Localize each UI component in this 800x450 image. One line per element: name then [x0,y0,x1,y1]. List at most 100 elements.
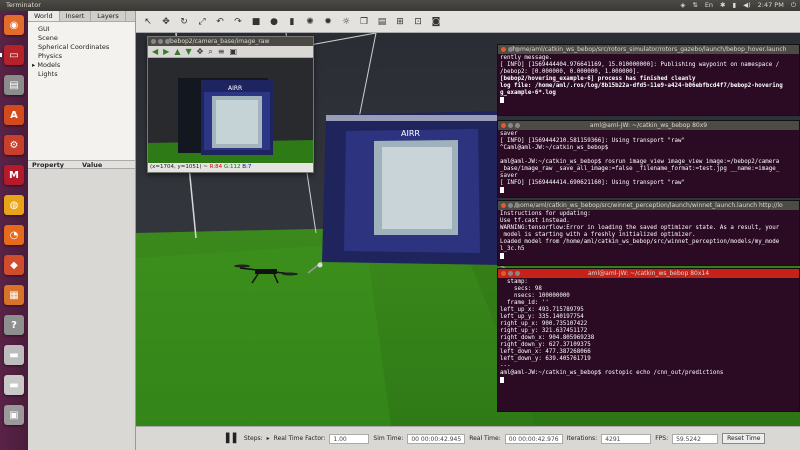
scale-icon[interactable]: ⤢ [196,16,208,28]
terminal-titlebar[interactable]: aml@aml-JW: ~/catkin_ws_bebop 80x14 [498,269,799,278]
real-time-label: Real Time: [469,435,501,442]
terminal-line: /bebop2: [0.000000, 0.000000, 1.000000]. [500,69,640,75]
battery-icon[interactable]: ▮ [733,0,737,11]
terminal-title: aml@aml-JW: ~/catkin_ws_bebop 80x14 [587,270,710,277]
drive2-icon[interactable]: ▬ [4,375,24,395]
mendeley-icon[interactable]: M [4,165,24,185]
minimize-icon[interactable] [508,271,513,276]
terminal-hover-launch[interactable]: /home/aml/catkin_ws_bebop/src/rotors_sim… [497,44,800,116]
files-icon[interactable]: ▤ [4,75,24,95]
terminal-output[interactable]: rently message.[ INFO] [1569444404.97664… [498,54,799,105]
cylinder-icon[interactable]: ▮ [286,16,298,28]
adjust-icon[interactable]: ≡ [218,47,225,56]
maximize-icon[interactable] [515,203,520,208]
terminal-line: g_example-6*.log [500,90,556,96]
camera-image[interactable]: AIRR [148,58,313,165]
terminal-line: left_up_y: 335.140197754 [500,314,584,320]
tab-world[interactable]: World [28,11,60,21]
maximize-icon[interactable] [515,123,520,128]
maximize-icon[interactable] [515,47,520,52]
software-center-icon[interactable]: ◆ [4,255,24,275]
terminal-rostopic-echo[interactable]: aml@aml-JW: ~/catkin_ws_bebop 80x14 stam… [497,268,800,412]
undo-icon[interactable]: ↶ [214,16,226,28]
launcher: ◉ ▭ ▤ A ⚙ M ◍ ◔ ◆ ▦? ▬ ▬ ▣ [0,11,28,450]
image-view-window[interactable]: /bebop2/camera_base/image_raw ◀ ▶ ▲ ▼ ✥ … [147,36,314,173]
terminal-titlebar[interactable]: aml@aml-JW: ~/catkin_ws_bebop 80x9 [498,121,799,130]
down-arrow-icon[interactable]: ▼ [185,47,191,56]
world-tree: GUI Scene Spherical Coordinates Physics … [28,22,135,160]
tree-item-lights[interactable]: Lights [32,70,131,79]
terminal-output[interactable]: Instructions for updating: Use tf.cast in… [498,210,799,261]
minimize-icon[interactable] [508,123,513,128]
select-icon[interactable]: ↖ [142,16,154,28]
help-icon[interactable]: ? [4,315,24,335]
keyboard-icon[interactable]: En [705,0,713,11]
reset-time-button[interactable]: Reset Time [722,433,766,444]
rotate-icon[interactable]: ↻ [178,16,190,28]
terminal-output[interactable]: saver[ INFO] [1569444210.581159366]: Usi… [498,130,799,195]
fps-value: 59.5242 [672,433,719,444]
close-icon[interactable] [151,39,156,44]
paste-icon[interactable]: ▤ [376,16,388,28]
terminal-image-view[interactable]: aml@aml-JW: ~/catkin_ws_bebop 80x9 saver[… [497,120,800,198]
network-icon[interactable]: ⇅ [692,0,697,11]
terminal-icon[interactable]: ▭ [0,45,24,65]
save-icon[interactable]: ▣ [230,47,238,56]
box-icon[interactable]: ■ [250,16,262,28]
dropbox-icon[interactable]: ◈ [680,0,685,11]
sphere-icon[interactable]: ● [268,16,280,28]
minimize-icon[interactable] [508,203,513,208]
terminal-winnet-launch[interactable]: /home/aml/catkin_ws_bebop/src/winnet_per… [497,200,800,266]
tree-item-spherical[interactable]: Spherical Coordinates [32,43,131,52]
terminal-output[interactable]: stamp: secs: 98 nsecs: 100000000 frame_i… [498,278,799,385]
close-icon[interactable] [501,271,506,276]
terminal-titlebar[interactable]: /home/aml/catkin_ws_bebop/src/rotors_sim… [498,45,799,54]
tree-item-models[interactable]: ▸ Models [32,61,131,70]
clock[interactable]: 2:47 PM [758,0,784,11]
tab-insert[interactable]: Insert [60,11,92,21]
snap-icon[interactable]: ⊡ [412,16,424,28]
package-icon[interactable]: ▦ [4,285,24,305]
spotlight-icon[interactable]: ✹ [322,16,334,28]
bluetooth-icon[interactable]: ✱ [720,0,725,11]
volume-icon[interactable]: ◀) [743,0,751,11]
minimize-icon[interactable] [158,39,163,44]
tree-item-scene[interactable]: Scene [32,34,131,43]
drive-icon[interactable]: ▬ [4,345,24,365]
dash-icon[interactable]: ◉ [4,15,24,35]
minimize-icon[interactable] [508,47,513,52]
pointlight-icon[interactable]: ✺ [304,16,316,28]
image-view-status: (x=1704, y=1051) ~ R:84 G:112 B:7 [148,163,313,172]
tree-item-gui[interactable]: GUI [32,25,131,34]
step-arrow-icon[interactable]: ▸ [267,435,270,442]
up-arrow-icon[interactable]: ▲ [174,47,180,56]
align-icon[interactable]: ⊞ [394,16,406,28]
close-icon[interactable] [501,203,506,208]
firefox-icon[interactable]: ◔ [4,225,24,245]
power-icon[interactable]: ⏻ [791,0,796,11]
forward-arrow-icon[interactable]: ▶ [163,47,169,56]
terminal-cursor [500,97,797,104]
tree-item-physics[interactable]: Physics [32,52,131,61]
translate-icon[interactable]: ✥ [160,16,172,28]
redo-icon[interactable]: ↷ [232,16,244,28]
dirlight-icon[interactable]: ☼ [340,16,352,28]
image-view-titlebar[interactable]: /bebop2/camera_base/image_raw [148,37,313,46]
trash-icon[interactable]: ▣ [4,405,24,425]
text-editor-icon[interactable]: A [4,105,24,125]
pan-icon[interactable]: ✥ [197,47,204,56]
back-arrow-icon[interactable]: ◀ [152,47,158,56]
pause-icon[interactable]: ▌▌ [226,434,240,444]
terminal-titlebar[interactable]: /home/aml/catkin_ws_bebop/src/winnet_per… [498,201,799,210]
close-icon[interactable] [501,47,506,52]
tab-layers[interactable]: Layers [91,11,126,21]
screenshot-icon[interactable]: ◙ [430,16,442,28]
copy-icon[interactable]: ❐ [358,16,370,28]
terminal-line: right_up_x: 900.735107422 [500,321,588,327]
zoom-icon[interactable]: ⌕ [208,47,212,57]
chrome-icon[interactable]: ◍ [4,195,24,215]
maximize-icon[interactable] [515,271,520,276]
close-icon[interactable] [501,123,506,128]
settings-icon[interactable]: ⚙ [4,135,24,155]
maximize-icon[interactable] [165,39,170,44]
